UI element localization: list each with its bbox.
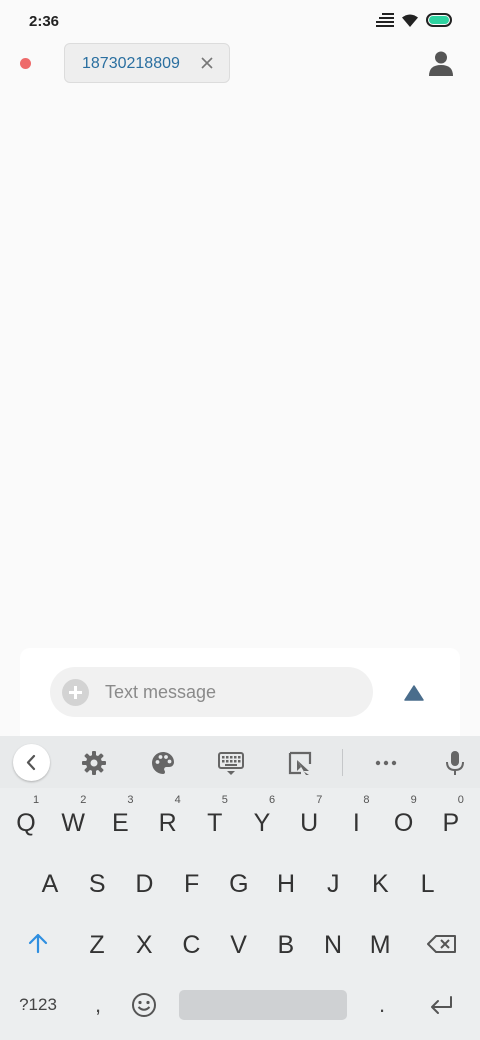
key-label: W — [61, 809, 85, 837]
key-z[interactable]: Z — [82, 923, 112, 967]
key-number-hint: 1 — [33, 794, 40, 806]
key-number-hint: 9 — [410, 794, 417, 806]
key-c[interactable]: C — [176, 923, 206, 967]
key-label: C — [182, 931, 201, 959]
key-label: L — [420, 870, 435, 898]
key-number-hint: 5 — [221, 794, 228, 806]
recipient-chip[interactable]: 18730218809 — [64, 43, 230, 83]
key-i[interactable]: I8 — [341, 794, 371, 845]
key-label: V — [230, 931, 247, 959]
key-label: R — [158, 809, 177, 837]
key-label: J — [326, 870, 340, 898]
key-label: M — [369, 931, 391, 959]
status-bar: 2:36 — [0, 0, 480, 42]
mic-icon[interactable] — [442, 750, 468, 776]
wifi-icon — [402, 14, 418, 27]
key-number-hint: 3 — [127, 794, 134, 806]
key-a[interactable]: A — [35, 862, 65, 906]
status-time: 2:36 — [29, 13, 60, 30]
key-number-hint: 4 — [174, 794, 181, 806]
battery-level — [429, 16, 449, 24]
key-label: E — [112, 809, 129, 837]
key-number-hint: 6 — [269, 794, 276, 806]
key-f[interactable]: F — [177, 862, 207, 906]
key-t[interactable]: T5 — [200, 794, 230, 845]
key-label: G — [229, 870, 249, 898]
status-icons — [376, 13, 452, 27]
clipboard-icon[interactable] — [287, 750, 313, 776]
key-q[interactable]: Q1 — [11, 794, 41, 845]
person-icon[interactable] — [428, 50, 454, 76]
key-label: X — [135, 931, 153, 959]
palette-icon[interactable] — [150, 750, 176, 776]
key-r[interactable]: R4 — [153, 794, 183, 845]
key-label: Y — [253, 809, 271, 837]
key-number-hint: 2 — [80, 794, 87, 806]
emoji-icon[interactable] — [131, 992, 157, 1018]
key-number-hint: 0 — [457, 794, 464, 806]
shift-icon[interactable] — [27, 932, 49, 954]
message-field[interactable] — [50, 667, 373, 717]
key-j[interactable]: J — [318, 862, 348, 906]
gear-icon[interactable] — [81, 750, 107, 776]
key-y[interactable]: Y6 — [247, 794, 277, 845]
period-key[interactable]: . — [367, 990, 397, 1020]
compose-bar — [20, 648, 460, 736]
key-d[interactable]: D — [129, 862, 159, 906]
key-m[interactable]: M — [365, 923, 395, 967]
message-input[interactable] — [105, 667, 360, 717]
keyboard: Q1W2E3R4T5Y6U7I8O9P0 ASDFGHJKL ZXCVBNM ?… — [0, 736, 480, 1040]
key-label: Z — [89, 931, 105, 959]
keyboard-icon[interactable] — [218, 750, 244, 776]
back-button[interactable] — [13, 744, 50, 781]
key-b[interactable]: B — [271, 923, 301, 967]
more-icon[interactable] — [373, 750, 399, 776]
recipient-number: 18730218809 — [82, 55, 180, 72]
back-icon — [26, 754, 36, 771]
key-label: B — [277, 931, 295, 959]
key-s[interactable]: S — [82, 862, 112, 906]
key-label: P — [442, 809, 460, 837]
key-u[interactable]: U7 — [294, 794, 324, 845]
key-x[interactable]: X — [129, 923, 159, 967]
key-label: F — [183, 870, 200, 898]
add-icon[interactable] — [62, 679, 89, 706]
key-label: T — [207, 809, 223, 837]
spacebar[interactable] — [179, 990, 347, 1020]
key-k[interactable]: K — [365, 862, 395, 906]
key-number-hint: 8 — [363, 794, 370, 806]
key-label: D — [135, 870, 154, 898]
key-g[interactable]: G — [224, 862, 254, 906]
comma-key[interactable]: , — [83, 990, 113, 1020]
key-h[interactable]: H — [271, 862, 301, 906]
key-w[interactable]: W2 — [58, 794, 88, 845]
key-label: K — [372, 870, 389, 898]
key-n[interactable]: N — [318, 923, 348, 967]
key-o[interactable]: O9 — [389, 794, 419, 845]
recording-indicator-dot — [20, 58, 31, 69]
key-label: A — [41, 870, 59, 898]
key-l[interactable]: L — [413, 862, 443, 906]
backspace-icon[interactable] — [427, 934, 457, 954]
key-p[interactable]: P0 — [436, 794, 466, 845]
enter-icon[interactable] — [428, 995, 454, 1015]
key-label: S — [88, 870, 106, 898]
key-label: O — [393, 809, 414, 837]
key-v[interactable]: V — [224, 923, 254, 967]
battery-icon — [426, 13, 452, 27]
toolbar-divider — [342, 749, 343, 776]
key-label: U — [300, 809, 319, 837]
signal-bars-icon — [376, 13, 394, 27]
key-label: N — [323, 931, 343, 959]
key-label: I — [352, 809, 360, 837]
key-label: Q — [16, 809, 36, 837]
key-label: H — [276, 870, 296, 898]
close-icon[interactable] — [199, 55, 215, 71]
send-icon[interactable] — [404, 685, 424, 701]
keyboard-toolbar — [0, 736, 480, 788]
key-e[interactable]: E3 — [105, 794, 135, 845]
key-number-hint: 7 — [316, 794, 323, 806]
symbols-key[interactable]: ?123 — [12, 990, 64, 1020]
